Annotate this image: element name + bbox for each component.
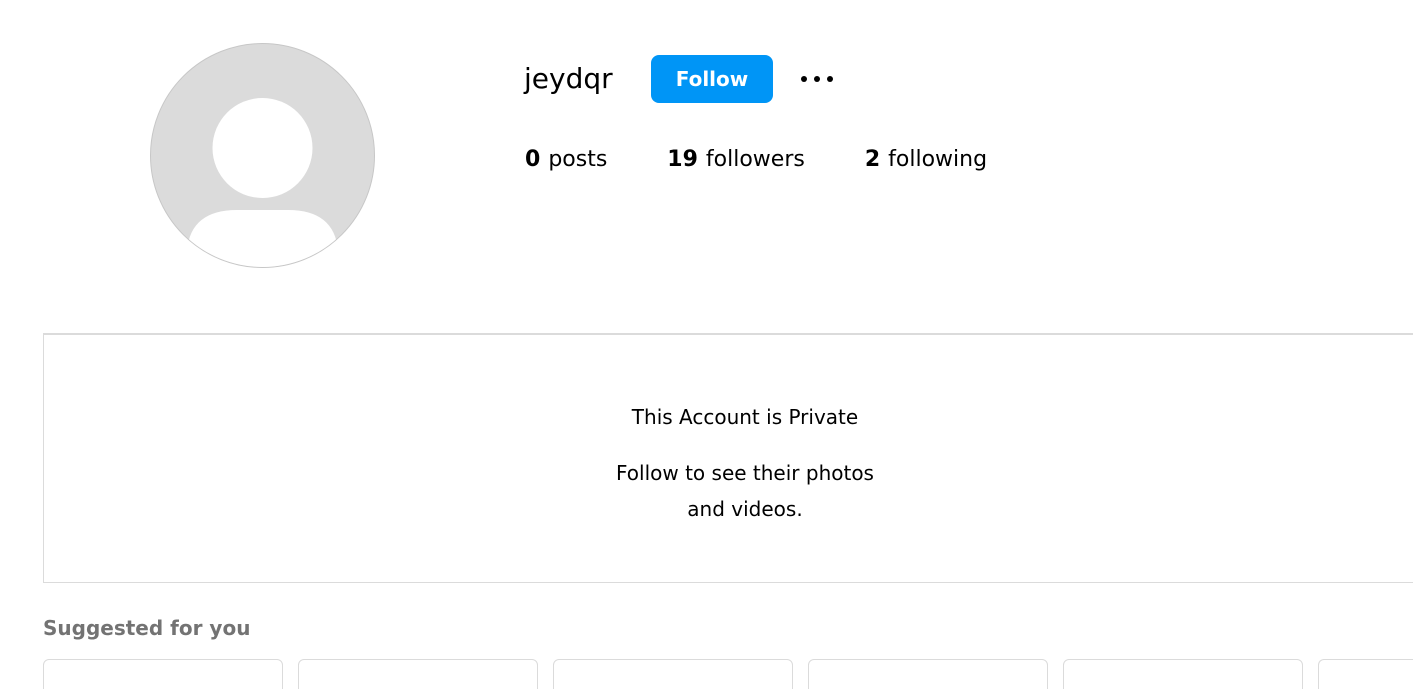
profile-username: jeydqr [524, 62, 613, 95]
private-account-title: This Account is Private [631, 405, 859, 429]
following-stat[interactable]: 2 following [865, 145, 987, 175]
profile-stats: 0 posts 19 followers 2 following [525, 145, 1047, 175]
followers-count: 19 [667, 147, 698, 172]
following-count: 2 [864, 147, 881, 172]
suggested-card[interactable] [1318, 659, 1413, 689]
posts-count: 0 [525, 147, 541, 172]
profile-page: jeydqr Follow 0 posts 19 followers 2 follow… [0, 0, 1413, 689]
private-account-panel: This Account is Private Follow to see th… [43, 333, 1413, 583]
followers-label: followers [705, 147, 805, 172]
default-avatar-icon [187, 98, 338, 267]
suggested-card[interactable] [1063, 659, 1303, 689]
suggested-card[interactable] [808, 659, 1048, 689]
suggested-heading: Suggested for you [43, 616, 251, 640]
suggested-card[interactable] [43, 659, 283, 689]
private-account-subtitle: Follow to see their photos and videos. [616, 461, 874, 521]
more-options-icon[interactable] [796, 64, 838, 94]
posts-stat: 0 posts [525, 145, 607, 175]
posts-label: posts [548, 147, 608, 172]
following-label: following [888, 147, 988, 172]
suggested-card[interactable] [553, 659, 793, 689]
avatar[interactable] [150, 43, 375, 268]
followers-stat[interactable]: 19 followers [667, 145, 805, 175]
suggested-card[interactable] [298, 659, 538, 689]
follow-button[interactable]: Follow [651, 55, 773, 103]
